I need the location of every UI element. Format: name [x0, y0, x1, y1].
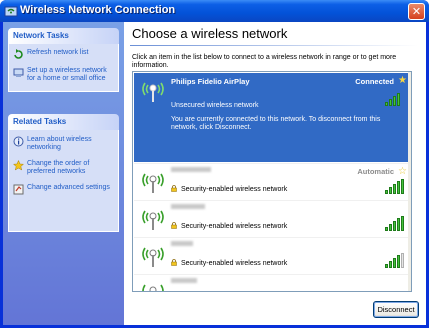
client-area: Network Tasks Refresh network list Set u… [3, 22, 426, 325]
learn-wireless-link[interactable]: Learn about wireless networking [13, 136, 116, 152]
disconnect-button[interactable]: Disconnect [373, 301, 419, 318]
signal-bar [385, 102, 388, 106]
setup-network-icon [13, 68, 24, 77]
signal-bar [393, 258, 396, 268]
network-list[interactable]: Philips Fidelio AirPlay Connected ★ Unse… [132, 71, 412, 292]
security-type: Security-enabled wireless network [171, 259, 287, 267]
network-tasks-group: Network Tasks Refresh network list Set u… [8, 28, 119, 92]
network-name-redacted [171, 167, 211, 172]
setup-wireless-network-label: Set up a wireless network for a home or … [27, 67, 107, 82]
lock-icon [171, 222, 177, 229]
network-item[interactable]: Security-enabled wireless network [134, 200, 409, 237]
wireless-antenna-icon [142, 82, 164, 102]
wireless-antenna-icon [142, 284, 164, 291]
title-bar[interactable]: Wireless Network Connection ✕ [0, 0, 429, 22]
list-scrollbar[interactable] [408, 72, 411, 291]
signal-bar [393, 221, 396, 231]
connection-status: Automatic [357, 167, 394, 176]
network-item[interactable]: Security-enabled wireless network [134, 237, 409, 274]
network-tasks-body: Refresh network list Set up a wireless n… [8, 44, 119, 92]
change-advanced-settings-label: Change advanced settings [27, 184, 110, 191]
preferred-star-icon: ★ [398, 75, 407, 86]
network-name-redacted [171, 278, 197, 283]
change-advanced-settings-link[interactable]: Change advanced settings [13, 184, 116, 195]
network-item[interactable] [134, 274, 409, 291]
refresh-network-list-label: Refresh network list [27, 49, 89, 56]
network-name-redacted [171, 241, 193, 246]
signal-bar [389, 187, 392, 194]
signal-strength-indicator [385, 179, 405, 194]
network-name-redacted [171, 204, 205, 209]
page-title: Choose a wireless network [132, 26, 288, 41]
connection-status: Connected [355, 77, 394, 86]
signal-bar [393, 184, 396, 194]
learn-wireless-label: Learn about wireless networking [27, 136, 92, 151]
security-label: Security-enabled wireless network [181, 186, 288, 193]
network-item[interactable]: Automatic ☆ Security-enabled wireless ne… [134, 163, 409, 200]
lock-icon [171, 185, 177, 192]
wireless-antenna-icon [142, 210, 164, 230]
signal-bar [397, 181, 400, 194]
security-type: Unsecured wireless network [171, 102, 259, 109]
security-label: Security-enabled wireless network [181, 223, 288, 230]
security-type: Security-enabled wireless network [171, 222, 287, 230]
settings-icon [13, 184, 24, 195]
star-icon [13, 160, 24, 171]
network-pane: Choose a wireless network Click an item … [124, 22, 426, 325]
signal-bar [393, 96, 396, 106]
title-divider [130, 45, 418, 46]
close-icon: ✕ [411, 5, 422, 18]
signal-bar [389, 224, 392, 231]
window-frame-left [0, 22, 3, 328]
signal-strength-indicator [385, 253, 405, 268]
related-tasks-header[interactable]: Related Tasks [8, 114, 119, 130]
refresh-network-list-link[interactable]: Refresh network list [13, 49, 116, 59]
task-pane: Network Tasks Refresh network list Set u… [3, 22, 124, 325]
signal-bar [401, 253, 404, 268]
network-item-connected[interactable]: Philips Fidelio AirPlay Connected ★ Unse… [134, 73, 409, 162]
related-tasks-body: Learn about wireless networking Change t… [8, 130, 119, 232]
connection-description: You are currently connected to this netw… [171, 116, 381, 131]
signal-bar [389, 99, 392, 106]
change-order-label: Change the order of preferred networks [27, 160, 90, 175]
wireless-antenna-icon [142, 247, 164, 267]
signal-strength-indicator [385, 92, 405, 106]
setup-wireless-network-link[interactable]: Set up a wireless network for a home or … [13, 67, 116, 83]
window-title: Wireless Network Connection [20, 4, 176, 16]
signal-bar [401, 179, 404, 194]
signal-bar [389, 261, 392, 268]
signal-strength-indicator [385, 216, 405, 231]
wireless-network-window: Wireless Network Connection ✕ Network Ta… [0, 0, 429, 328]
security-type: Security-enabled wireless network [171, 185, 287, 193]
network-name: Philips Fidelio AirPlay [171, 77, 250, 86]
refresh-icon [14, 49, 23, 59]
security-label: Security-enabled wireless network [181, 260, 288, 267]
signal-bar [397, 218, 400, 231]
instructions-text: Click an item in the list below to conne… [132, 54, 397, 69]
signal-bar [385, 264, 388, 268]
wireless-antenna-icon [142, 173, 164, 193]
signal-bar [397, 255, 400, 268]
network-tasks-header[interactable]: Network Tasks [8, 28, 119, 44]
info-icon [13, 136, 24, 147]
signal-bar [385, 227, 388, 231]
related-tasks-group: Related Tasks Learn about wireless netwo… [8, 114, 119, 232]
change-order-link[interactable]: Change the order of preferred networks [13, 160, 116, 176]
preferred-star-icon: ☆ [398, 166, 407, 177]
window-wireless-icon [4, 6, 18, 17]
signal-bar [401, 216, 404, 231]
lock-icon [171, 259, 177, 266]
signal-bar [397, 93, 400, 106]
signal-bar [385, 190, 388, 194]
close-button[interactable]: ✕ [408, 3, 425, 20]
